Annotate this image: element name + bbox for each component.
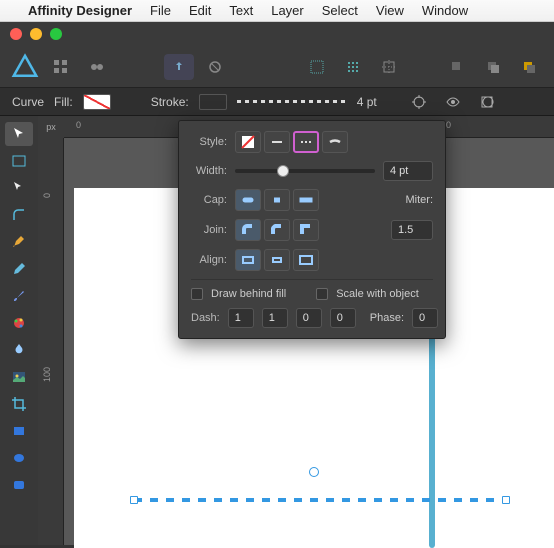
node-tool[interactable] [5,176,33,200]
artboard-tool[interactable] [5,149,33,173]
stroke-panel: Style: Width: Cap: Miter: Join: [178,120,446,339]
mac-menubar: Affinity Designer File Edit Text Layer S… [0,0,554,22]
ellipse-tool[interactable] [5,446,33,470]
cap-square-button[interactable] [293,189,319,211]
move-tool[interactable] [5,122,33,146]
target-icon[interactable] [407,92,431,112]
align-inside-button[interactable] [264,249,290,271]
snap-grid-icon[interactable] [302,54,332,80]
arrange-top-icon[interactable] [514,54,544,80]
arrange-back-icon[interactable] [442,54,472,80]
snap-pixel-icon[interactable] [338,54,368,80]
cap-round-button[interactable] [235,189,261,211]
scale-with-label: Scale with object [336,288,419,300]
style-none-button[interactable] [235,131,261,153]
app-logo-icon [10,52,40,82]
dash-3-input[interactable] [296,308,322,328]
close-dot[interactable] [10,28,22,40]
join-bevel-button[interactable] [264,219,290,241]
width-input[interactable] [383,161,433,181]
zoom-dot[interactable] [50,28,62,40]
app-name[interactable]: Affinity Designer [28,3,132,18]
snap-bounds-icon[interactable] [374,54,404,80]
curve-node-end[interactable] [502,496,510,504]
curve-node-start[interactable] [130,496,138,504]
menu-select[interactable]: Select [322,3,358,18]
width-slider-thumb[interactable] [277,165,289,177]
window-controls [0,22,554,46]
menu-edit[interactable]: Edit [189,3,211,18]
miter-input[interactable] [391,220,433,240]
pencil-tool[interactable] [5,257,33,281]
style-brush-button[interactable] [322,131,348,153]
menu-window[interactable]: Window [422,3,468,18]
curve-handle[interactable] [309,467,319,477]
object-type-label: Curve [12,95,44,109]
align-outside-button[interactable] [293,249,319,271]
dash-label: Dash: [191,312,220,324]
menu-file[interactable]: File [150,3,171,18]
width-slider[interactable] [235,169,375,173]
vertical-ruler[interactable]: 0 100 [38,138,64,545]
fill-swatch[interactable] [83,94,111,110]
stroke-swatch[interactable] [199,94,227,110]
style-solid-button[interactable] [264,131,290,153]
arrange-front-icon[interactable] [478,54,508,80]
draw-behind-label: Draw behind fill [211,288,286,300]
sync-upload-icon[interactable] [164,54,194,80]
align-label: Align: [191,254,227,266]
stroke-preview[interactable] [237,100,347,103]
corner-tool[interactable] [5,203,33,227]
join-miter-button[interactable] [293,219,319,241]
menu-text[interactable]: Text [229,3,253,18]
minimize-dot[interactable] [30,28,42,40]
align-center-button[interactable] [235,249,261,271]
join-round-button[interactable] [235,219,261,241]
rectangle-tool[interactable] [5,419,33,443]
place-image-tool[interactable] [5,365,33,389]
stroke-label: Stroke: [151,95,189,109]
width-label: Width: [191,165,227,177]
fill-tool[interactable] [5,311,33,335]
brush-tool[interactable] [5,284,33,308]
dash-2-input[interactable] [262,308,288,328]
top-toolbar [0,46,554,88]
visibility-icon[interactable] [441,92,465,112]
style-dash-button[interactable] [293,131,319,153]
stroke-width-value[interactable]: 4 pt [357,95,377,109]
crop-tool[interactable] [5,392,33,416]
cap-label: Cap: [191,194,227,206]
dash-1-input[interactable] [228,308,254,328]
ruler-unit[interactable]: px [38,116,64,138]
rounded-rect-tool[interactable] [5,473,33,497]
curve-object[interactable] [134,497,506,503]
draw-behind-checkbox[interactable] [191,288,203,300]
phase-label: Phase: [370,312,404,324]
menu-view[interactable]: View [376,3,404,18]
sync-settings-icon[interactable] [200,54,230,80]
context-toolbar: Curve Fill: Stroke: 4 pt [0,88,554,116]
scale-with-checkbox[interactable] [316,288,328,300]
transparency-tool[interactable] [5,338,33,362]
fill-label: Fill: [54,95,73,109]
left-toolbar [0,116,38,545]
menu-layer[interactable]: Layer [271,3,304,18]
style-label: Style: [191,136,227,148]
miter-label: Miter: [406,194,434,206]
dash-4-input[interactable] [330,308,356,328]
pen-tool[interactable] [5,230,33,254]
cap-butt-button[interactable] [264,189,290,211]
brush-stroke-object[interactable] [429,328,435,548]
persona-designer-icon[interactable] [46,54,76,80]
join-label: Join: [191,224,227,236]
persona-pixel-icon[interactable] [82,54,112,80]
reset-bbox-icon[interactable] [475,92,499,112]
phase-input[interactable] [412,308,438,328]
